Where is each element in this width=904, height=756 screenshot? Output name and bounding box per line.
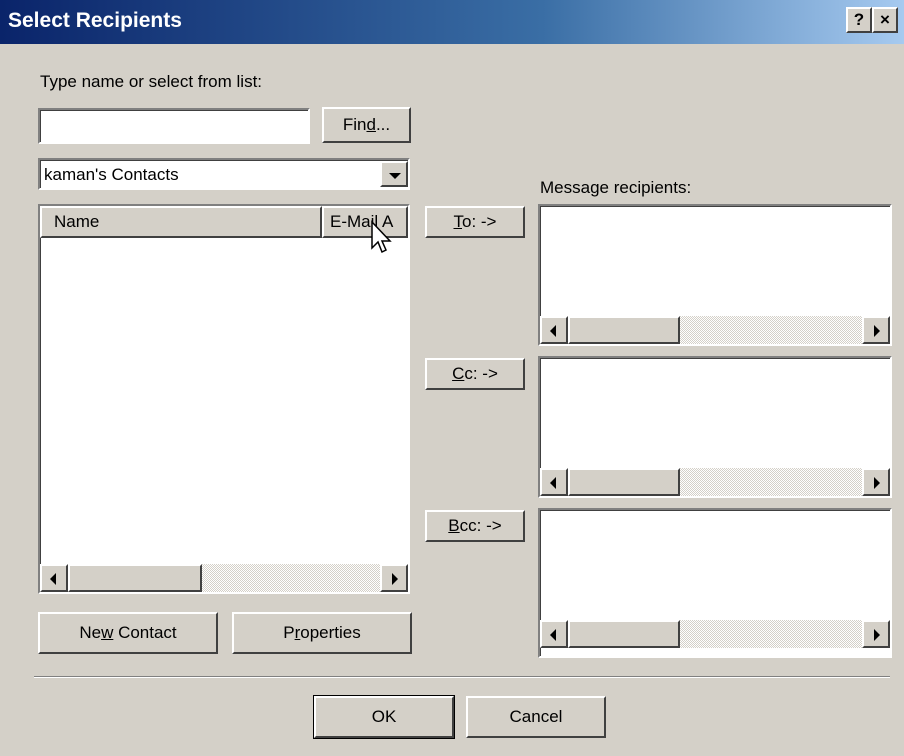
arrow-left-icon <box>550 629 556 641</box>
address-book-dropdown[interactable]: kaman's Contacts <box>38 158 410 190</box>
column-header-email[interactable]: E-Mail A <box>322 206 408 238</box>
arrow-right-icon <box>874 325 880 337</box>
cc-hscrollbar[interactable] <box>540 468 890 496</box>
scroll-thumb[interactable] <box>68 564 202 592</box>
arrow-right-icon <box>874 629 880 641</box>
search-input[interactable] <box>38 108 310 144</box>
scroll-right-button[interactable] <box>380 564 408 592</box>
arrow-left-icon <box>550 325 556 337</box>
scroll-right-button[interactable] <box>862 316 890 344</box>
find-button[interactable]: Find... <box>322 107 411 143</box>
message-recipients-label: Message recipients: <box>540 178 692 197</box>
new-contact-button[interactable]: New Contact <box>38 612 218 654</box>
window-title: Select Recipients <box>8 9 182 32</box>
cancel-button[interactable]: Cancel <box>466 696 606 738</box>
scroll-thumb[interactable] <box>568 468 680 496</box>
mouse-cursor-icon <box>371 220 392 254</box>
arrow-right-icon <box>874 477 880 489</box>
arrow-left-icon <box>50 573 56 585</box>
properties-button[interactable]: Properties <box>232 612 412 654</box>
scroll-left-button[interactable] <box>40 564 68 592</box>
scroll-right-button[interactable] <box>862 468 890 496</box>
bcc-hscrollbar[interactable] <box>540 620 890 648</box>
arrow-left-icon <box>550 477 556 489</box>
search-label: Type name or select from list: <box>40 72 263 91</box>
cc-recipients-box[interactable] <box>538 356 892 498</box>
contact-list[interactable]: Name E-Mail A <box>38 204 410 594</box>
title-bar: Select Recipients ? × <box>0 0 904 44</box>
scroll-left-button[interactable] <box>540 620 568 648</box>
to-hscrollbar[interactable] <box>540 316 890 344</box>
contact-list-hscrollbar[interactable] <box>40 564 408 592</box>
ok-button[interactable]: OK <box>313 695 455 739</box>
scroll-left-button[interactable] <box>540 468 568 496</box>
address-book-selected: kaman's Contacts <box>44 165 179 184</box>
bcc-button[interactable]: Bcc: -> <box>425 510 525 542</box>
cc-button[interactable]: Cc: -> <box>425 358 525 390</box>
close-button[interactable]: × <box>872 7 898 33</box>
bcc-recipients-box[interactable] <box>538 508 892 658</box>
column-header-name[interactable]: Name <box>40 206 322 238</box>
scroll-left-button[interactable] <box>540 316 568 344</box>
scroll-thumb[interactable] <box>568 316 680 344</box>
separator-highlight <box>34 677 890 678</box>
to-recipients-box[interactable] <box>538 204 892 346</box>
chevron-down-icon <box>389 173 401 179</box>
scroll-thumb[interactable] <box>568 620 680 648</box>
help-button[interactable]: ? <box>846 7 872 33</box>
arrow-right-icon <box>392 573 398 585</box>
dropdown-arrow-button[interactable] <box>380 161 408 187</box>
scroll-right-button[interactable] <box>862 620 890 648</box>
to-button[interactable]: To: -> <box>425 206 525 238</box>
